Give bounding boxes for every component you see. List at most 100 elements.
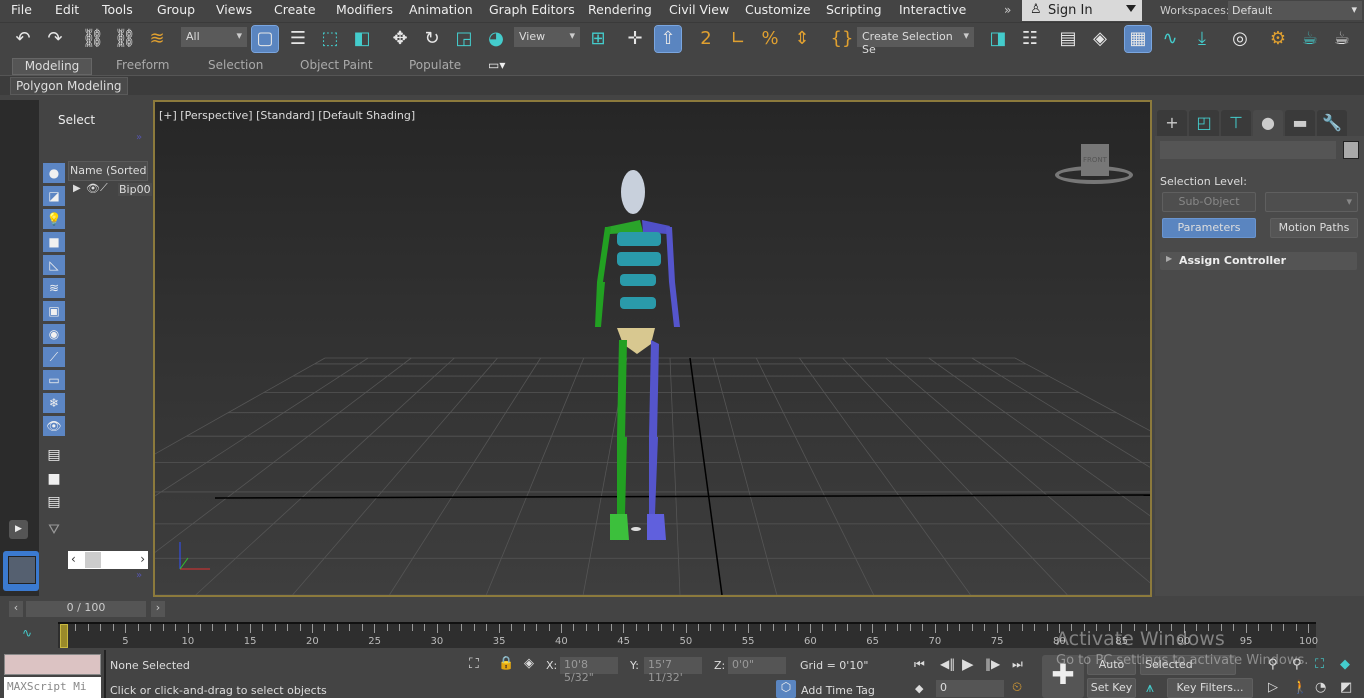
display-helpers-icon[interactable]: ◺ bbox=[43, 255, 65, 275]
perspective-viewport[interactable]: [+] [Perspective] [Standard] [Default Sh… bbox=[153, 100, 1152, 597]
current-frame-field[interactable]: 0 bbox=[936, 680, 1004, 697]
mirror-icon[interactable]: ◨ bbox=[985, 26, 1011, 52]
time-configuration-icon[interactable]: ⏲ bbox=[1012, 680, 1022, 695]
list-item[interactable]: ▶ 👁 ⟋ Bip00 bbox=[68, 181, 152, 201]
select-object-icon[interactable]: ▢ bbox=[251, 25, 279, 53]
pivot-center-icon[interactable]: ⊞ bbox=[585, 26, 611, 52]
display-particles-icon[interactable]: ❄ bbox=[43, 393, 65, 413]
modify-tab-icon[interactable]: ◰ bbox=[1189, 110, 1219, 136]
object-name-field[interactable] bbox=[1160, 141, 1336, 159]
menu-rendering[interactable]: Rendering bbox=[588, 2, 652, 17]
time-tag-icon[interactable]: ⬡ bbox=[776, 680, 796, 698]
move-icon[interactable]: ✥ bbox=[387, 26, 413, 52]
name-column-header[interactable]: Name (Sorted A bbox=[68, 161, 148, 181]
scene-explorer-icon[interactable]: ▤ bbox=[1055, 26, 1081, 52]
sub-object-button[interactable]: Sub-Object bbox=[1162, 192, 1256, 212]
workspaces-dropdown[interactable]: Default ▾ bbox=[1228, 1, 1362, 20]
maxscript-listener[interactable] bbox=[4, 654, 101, 675]
next-frame-button[interactable]: › bbox=[151, 601, 165, 617]
walk-through-icon[interactable]: 🚶 bbox=[1292, 680, 1308, 695]
menu-scripting[interactable]: Scripting bbox=[826, 2, 882, 17]
undo-icon[interactable]: ↶ bbox=[10, 26, 36, 52]
menu-modifiers[interactable]: Modifiers bbox=[336, 2, 393, 17]
display-containers-icon[interactable]: ▭ bbox=[43, 370, 65, 390]
menu-edit[interactable]: Edit bbox=[55, 2, 79, 17]
menu-animation[interactable]: Animation bbox=[409, 2, 473, 17]
menu-graph-editors[interactable]: Graph Editors bbox=[489, 2, 575, 17]
tab-object-paint[interactable]: Object Paint bbox=[300, 58, 373, 72]
render-production-icon[interactable]: ☕ bbox=[1329, 26, 1355, 52]
link-icon[interactable]: ⛓ bbox=[80, 26, 106, 52]
display-bones-icon[interactable]: ⟋ bbox=[43, 347, 65, 367]
display-xrefs-icon[interactable]: ◉ bbox=[43, 324, 65, 344]
create-tab-icon[interactable]: + bbox=[1157, 110, 1187, 136]
keyboard-shortcut-override-icon[interactable]: ⇧ bbox=[654, 25, 682, 53]
ribbon-options-icon[interactable]: ▭▾ bbox=[488, 58, 505, 72]
previous-frame-icon[interactable]: ◀‖ bbox=[940, 657, 955, 671]
curve-editor-toggle-icon[interactable]: ∿ bbox=[22, 626, 32, 640]
material-editor-icon[interactable]: ◎ bbox=[1227, 26, 1253, 52]
absolute-mode-icon[interactable]: ◈ bbox=[524, 656, 534, 671]
hierarchy-tab-icon[interactable]: ⊤ bbox=[1221, 110, 1251, 136]
set-key-button[interactable]: Set Key bbox=[1087, 678, 1136, 698]
go-to-end-icon[interactable]: ⏭ bbox=[1012, 657, 1023, 672]
polygon-modeling-panel[interactable]: Polygon Modeling bbox=[10, 77, 128, 95]
display-hidden-icon[interactable]: 👁 bbox=[43, 416, 65, 436]
key-mode-toggle-icon[interactable]: ◆ bbox=[915, 682, 923, 695]
display-lights-icon[interactable]: 💡 bbox=[43, 209, 65, 229]
display-geometry-icon[interactable]: ● bbox=[43, 163, 65, 183]
horizontal-scrollbar[interactable]: ‹ › bbox=[68, 551, 148, 569]
expand-chevron-icon[interactable]: » bbox=[136, 570, 142, 581]
ribbon-toggle-icon[interactable]: ▦ bbox=[1124, 25, 1152, 53]
select-all-icon[interactable]: ▤ bbox=[43, 445, 65, 465]
utilities-tab-icon[interactable]: 🔧 bbox=[1317, 110, 1347, 136]
curve-editor-icon[interactable]: ∿ bbox=[1157, 26, 1183, 52]
viewport-layout-button[interactable] bbox=[3, 551, 39, 591]
time-slider-handle[interactable] bbox=[60, 624, 68, 648]
align-icon[interactable]: ☷ bbox=[1017, 26, 1043, 52]
tab-freeform[interactable]: Freeform bbox=[116, 58, 169, 72]
y-coordinate-field[interactable]: 15'7 11/32' bbox=[644, 657, 702, 684]
tab-populate[interactable]: Populate bbox=[409, 58, 461, 72]
schematic-view-icon[interactable]: ⤓ bbox=[1189, 26, 1215, 52]
sub-object-dropdown[interactable]: ▾ bbox=[1265, 192, 1358, 212]
spinner-snap-icon[interactable]: ⇕ bbox=[789, 26, 815, 52]
reference-coordinate-dropdown[interactable]: View bbox=[514, 27, 580, 47]
key-filters-button[interactable]: Key Filters... bbox=[1167, 678, 1253, 698]
render-setup-icon[interactable]: ⚙ bbox=[1265, 26, 1291, 52]
sign-in-button[interactable]: ♙ Sign In bbox=[1022, 0, 1142, 21]
assign-controller-rollout[interactable]: ▶ Assign Controller bbox=[1160, 252, 1357, 270]
tab-modeling[interactable]: Modeling bbox=[12, 58, 92, 75]
object-color-swatch[interactable] bbox=[1343, 141, 1359, 159]
invert-selection-icon[interactable]: ▤ bbox=[43, 492, 65, 512]
z-coordinate-field[interactable]: 0'0" bbox=[728, 657, 786, 674]
display-groups-icon[interactable]: ▣ bbox=[43, 301, 65, 321]
overflow-icon[interactable]: » bbox=[1004, 3, 1011, 17]
next-frame-icon[interactable]: ‖▶ bbox=[985, 657, 1000, 671]
menu-civil-view[interactable]: Civil View bbox=[669, 2, 729, 17]
x-coordinate-field[interactable]: 10'8 5/32" bbox=[560, 657, 618, 684]
percent-snap-icon[interactable]: % bbox=[757, 26, 783, 52]
display-shapes-icon[interactable]: ◪ bbox=[43, 186, 65, 206]
menu-views[interactable]: Views bbox=[216, 2, 252, 17]
menu-tools[interactable]: Tools bbox=[102, 2, 133, 17]
named-selection-dropdown[interactable]: Create Selection Se bbox=[857, 27, 974, 56]
play-icon[interactable]: ▶ bbox=[962, 655, 974, 673]
placement-icon[interactable]: ◕ bbox=[483, 26, 509, 52]
menu-file[interactable]: File bbox=[11, 2, 32, 17]
display-tab-icon[interactable]: ▬ bbox=[1285, 110, 1315, 136]
motion-tab-icon[interactable]: ● bbox=[1253, 110, 1283, 136]
rotate-icon[interactable]: ↻ bbox=[419, 26, 445, 52]
redo-icon[interactable]: ↷ bbox=[42, 26, 68, 52]
field-of-view-icon[interactable]: ▷ bbox=[1268, 680, 1278, 695]
maximize-viewport-icon[interactable]: ◩ bbox=[1340, 680, 1352, 695]
snaps-toggle-icon[interactable]: 2 bbox=[693, 26, 719, 52]
viewcube-face[interactable]: FRONT bbox=[1081, 144, 1109, 176]
window-crossing-icon[interactable]: ◧ bbox=[349, 26, 375, 52]
select-by-name-icon[interactable]: ☰ bbox=[285, 26, 311, 52]
angle-snap-icon[interactable]: ∟ bbox=[725, 26, 751, 52]
tab-selection[interactable]: Selection bbox=[208, 58, 263, 72]
go-to-start-icon[interactable]: ⏮ bbox=[914, 657, 925, 672]
time-slider[interactable]: 0 / 100 bbox=[26, 601, 146, 617]
orbit-icon[interactable]: ◔ bbox=[1315, 680, 1326, 695]
